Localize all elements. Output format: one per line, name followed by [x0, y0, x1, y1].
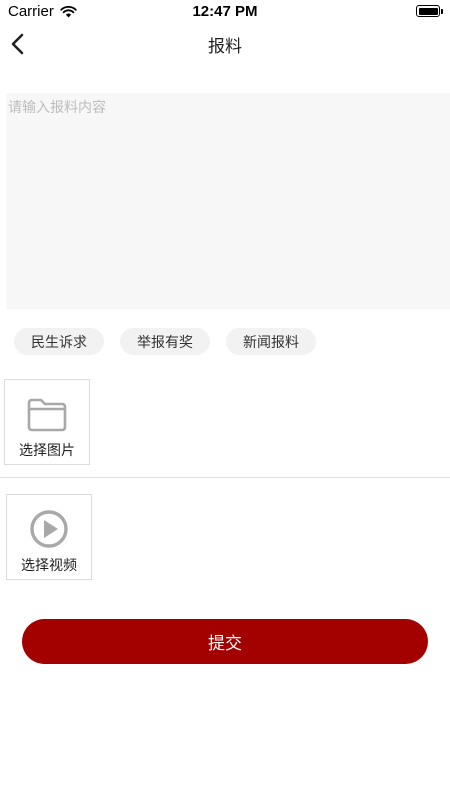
section-divider	[0, 477, 450, 478]
select-video-label: 选择视频	[21, 558, 77, 574]
tag-livelihood[interactable]: 民生诉求	[14, 328, 104, 355]
nav-bar: 报料	[0, 24, 450, 64]
tag-label: 民生诉求	[31, 334, 87, 351]
folder-icon	[27, 398, 67, 432]
tag-label: 新闻报料	[243, 334, 299, 351]
select-image-button[interactable]: 选择图片	[4, 379, 90, 465]
submit-button[interactable]: 提交	[22, 619, 428, 664]
category-tags: 民生诉求 举报有奖 新闻报料	[14, 328, 316, 355]
tag-whistleblow-reward[interactable]: 举报有奖	[120, 328, 210, 355]
page-title: 报料	[208, 37, 242, 57]
tag-news-tip[interactable]: 新闻报料	[226, 328, 316, 355]
status-time: 12:47 PM	[192, 3, 258, 20]
submit-label: 提交	[208, 634, 242, 654]
battery-level	[418, 7, 438, 15]
status-bar: Carrier 12:47 PM	[0, 0, 450, 24]
battery-icon	[416, 5, 443, 17]
play-circle-icon	[30, 510, 68, 548]
select-image-label: 选择图片	[19, 443, 75, 459]
select-video-button[interactable]: 选择视频	[6, 494, 92, 580]
report-content-input[interactable]	[6, 93, 450, 309]
tag-label: 举报有奖	[137, 334, 193, 351]
